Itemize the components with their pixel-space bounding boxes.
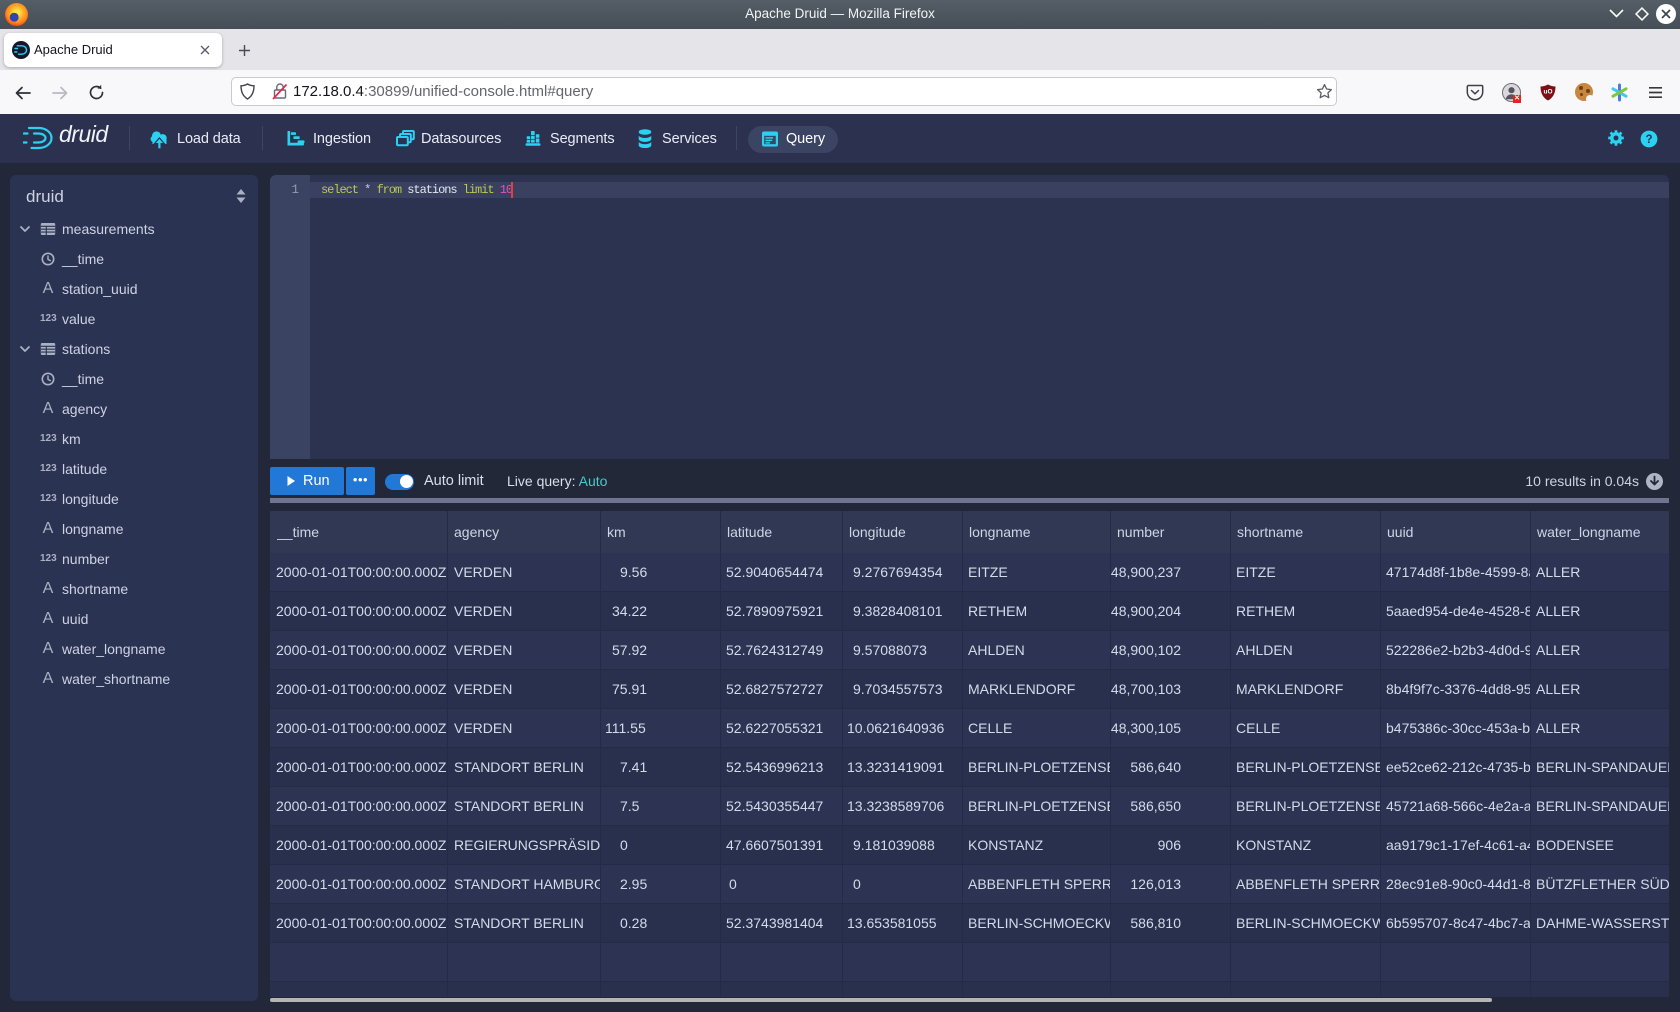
svg-text:uO: uO [1543,89,1552,96]
svg-text:?: ? [1645,134,1652,146]
